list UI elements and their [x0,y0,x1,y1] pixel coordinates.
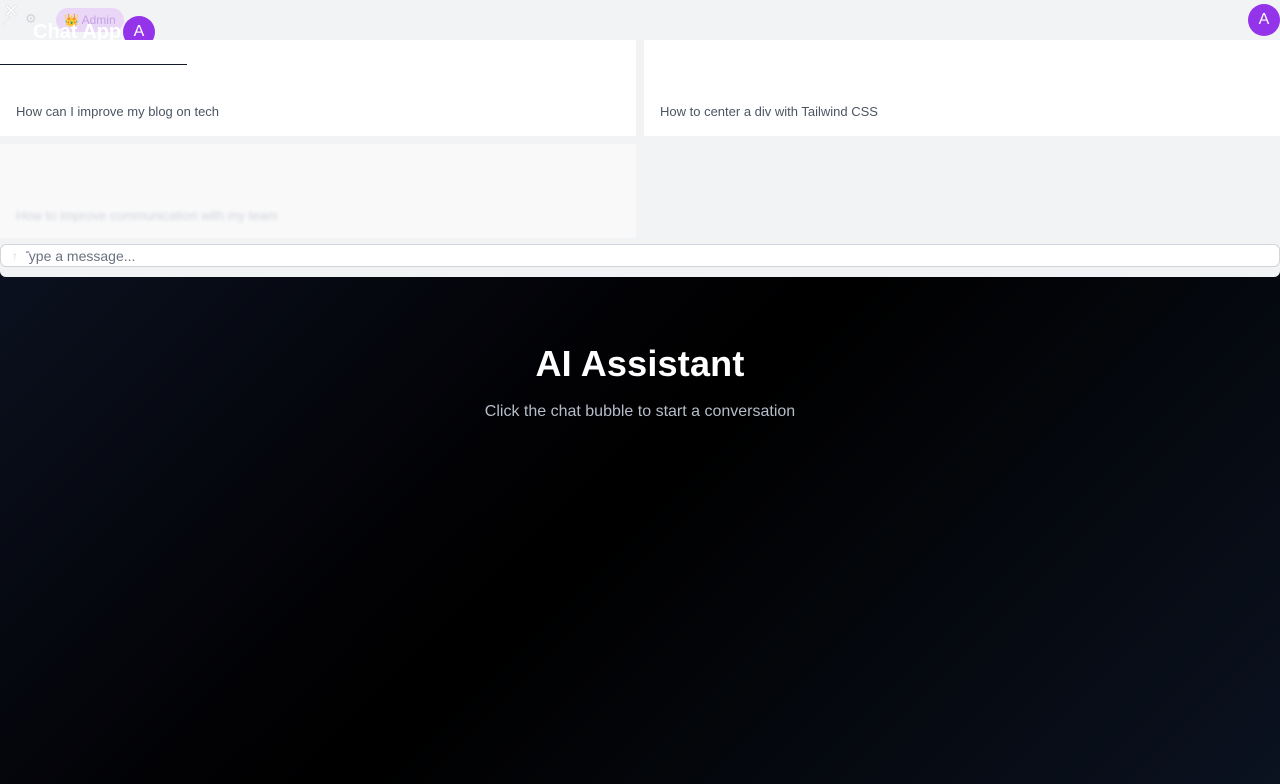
suggestion-card[interactable]: How can I improve my blog on tech [0,40,636,136]
suggestion-text: How can I improve my blog on tech [16,104,220,119]
chat-header: 👑 Admin ✕ ⤢ ⚙ Chat App A A [0,0,1280,48]
message-input[interactable] [0,244,1280,267]
suggestion-text: How to center a div with Tailwind CSS [660,104,878,119]
suggestion-card[interactable]: How to improve communication with my tea… [0,144,636,238]
hero-subtitle: Click the chat bubble to start a convers… [484,403,796,420]
message-input-row: ↑ [0,244,1280,268]
user-avatar[interactable]: A [1248,4,1280,36]
suggestion-card[interactable]: How to center a div with Tailwind CSS [644,40,1280,136]
hero-title: AI Assistant [535,343,745,384]
chat-panel: 👑 Admin ✕ ⤢ ⚙ Chat App A A How can I imp… [0,0,1280,277]
divider [0,64,187,65]
suggestion-text: How to improve communication with my tea… [16,208,278,223]
arrow-up-icon[interactable]: ↑ [4,248,26,264]
expand-icon[interactable]: ⤢ [2,15,14,27]
